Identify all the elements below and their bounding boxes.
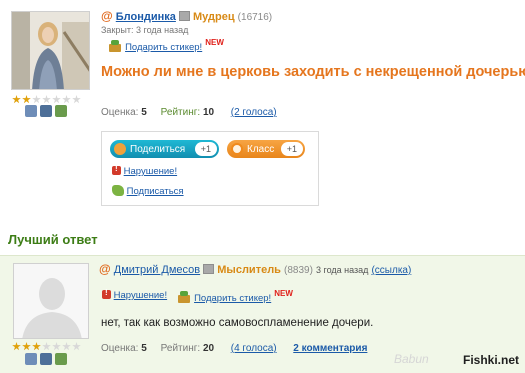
- rating-label: Рейтинг:: [160, 343, 201, 354]
- star-icon: [72, 95, 81, 104]
- gift-icon: [108, 40, 122, 52]
- star-icon: [42, 342, 51, 351]
- score-label: Оценка:: [101, 343, 139, 354]
- star-icon: [62, 95, 71, 104]
- subscribe-link[interactable]: Подписаться: [112, 185, 184, 197]
- video-icon[interactable]: [55, 353, 67, 365]
- at-icon: @: [99, 262, 111, 276]
- faint-watermark: Babun: [394, 352, 429, 366]
- user-badge-icon: [178, 11, 190, 21]
- star-icon: [72, 342, 81, 351]
- warning-icon: [102, 288, 111, 299]
- odnoklassniki-icon: [231, 143, 243, 155]
- star-icon: [52, 342, 61, 351]
- new-badge: NEW: [274, 289, 293, 298]
- question-user-actions: [25, 105, 67, 117]
- answer-gift-label[interactable]: Подарить стикер!: [194, 293, 271, 304]
- votes-link[interactable]: (2 голоса): [231, 107, 277, 118]
- answer-user-name[interactable]: Дмитрий Дмесов: [114, 264, 200, 276]
- answer-time: 3 года назад: [315, 265, 369, 275]
- star-icon: [42, 95, 51, 104]
- answer-text: нет, так как возможно самовоспламенение …: [101, 317, 374, 329]
- rating-value: 20: [202, 343, 215, 354]
- star-icon: [32, 95, 41, 104]
- question-user-name[interactable]: Блондинка: [116, 11, 176, 23]
- subscribe-label[interactable]: Подписаться: [127, 186, 184, 197]
- share-box: Поделиться +1 Класс +1 Нарушение! Подпис…: [101, 131, 319, 206]
- score-label: Оценка:: [101, 107, 139, 118]
- answer-user-score: (8839): [284, 265, 313, 276]
- class-button[interactable]: Класс +1: [227, 140, 305, 158]
- question-user-line: @ Блондинка Мудрец (16716): [101, 9, 272, 23]
- question-title: Можно ли мне в церковь заходить с некрещ…: [101, 64, 525, 80]
- question-user-avatar[interactable]: [11, 11, 90, 90]
- answer-user-rating-stars: [12, 342, 81, 352]
- answer-user-line: @ Дмитрий Дмесов Мыслитель (8839) 3 года…: [99, 262, 411, 276]
- warning-icon: [112, 164, 121, 175]
- star-icon: [12, 95, 21, 104]
- gift-icon: [177, 291, 191, 303]
- report-link[interactable]: Нарушение!: [112, 164, 177, 177]
- answer-user-rank: Мыслитель: [217, 264, 281, 276]
- score-value: 5: [141, 343, 147, 354]
- question-stats: Оценка: 5 Рейтинг: 10 (2 голоса): [101, 107, 277, 118]
- answer-report-label[interactable]: Нарушение!: [114, 290, 167, 301]
- question-user-score: (16716): [237, 12, 273, 23]
- photo-icon[interactable]: [40, 105, 52, 117]
- question-closed-status: Закрыт: 3 года назад: [101, 25, 189, 35]
- video-icon[interactable]: [55, 105, 67, 117]
- star-icon: [32, 342, 41, 351]
- star-icon: [22, 95, 31, 104]
- star-icon: [12, 342, 21, 351]
- site-watermark: Fishki.net: [462, 353, 519, 367]
- question-user-rating-stars: [12, 95, 81, 105]
- votes-link[interactable]: (4 голоса): [231, 343, 277, 354]
- question-user-rank: Мудрец: [193, 11, 235, 23]
- report-label[interactable]: Нарушение!: [124, 166, 177, 177]
- photo-icon[interactable]: [40, 353, 52, 365]
- share-count: +1: [194, 142, 217, 156]
- user-contact-icon[interactable]: [25, 105, 37, 117]
- class-count: +1: [280, 142, 303, 156]
- class-label: Класс: [247, 143, 275, 155]
- score-value: 5: [141, 107, 147, 118]
- answer-gift-link[interactable]: Подарить стикер! NEW: [177, 289, 293, 304]
- subscribe-icon: [112, 185, 124, 196]
- new-badge: NEW: [205, 38, 224, 47]
- answer-user-actions: [25, 353, 67, 365]
- best-answer-heading: Лучший ответ: [8, 232, 98, 247]
- star-icon: [62, 342, 71, 351]
- star-icon: [22, 342, 31, 351]
- share-button[interactable]: Поделиться +1: [110, 140, 219, 158]
- user-badge-icon: [203, 264, 215, 274]
- answer-permalink[interactable]: (ссылка): [371, 265, 411, 276]
- question-gift-link[interactable]: Подарить стикер! NEW: [108, 38, 224, 53]
- answer-user-avatar[interactable]: [13, 263, 89, 339]
- share-label: Поделиться: [130, 143, 186, 155]
- rating-value: 10: [202, 107, 215, 118]
- rating-label: Рейтинг:: [160, 107, 201, 118]
- answer-report-link[interactable]: Нарушение!: [102, 288, 167, 301]
- answer-stats: Оценка: 5 Рейтинг: 20 (4 голоса) 2 комме…: [101, 343, 367, 354]
- user-contact-icon[interactable]: [25, 353, 37, 365]
- mail-ru-icon: [114, 143, 126, 155]
- gift-label[interactable]: Подарить стикер!: [125, 42, 202, 53]
- star-icon: [52, 95, 61, 104]
- comments-link[interactable]: 2 комментария: [293, 343, 367, 354]
- at-icon: @: [101, 9, 113, 23]
